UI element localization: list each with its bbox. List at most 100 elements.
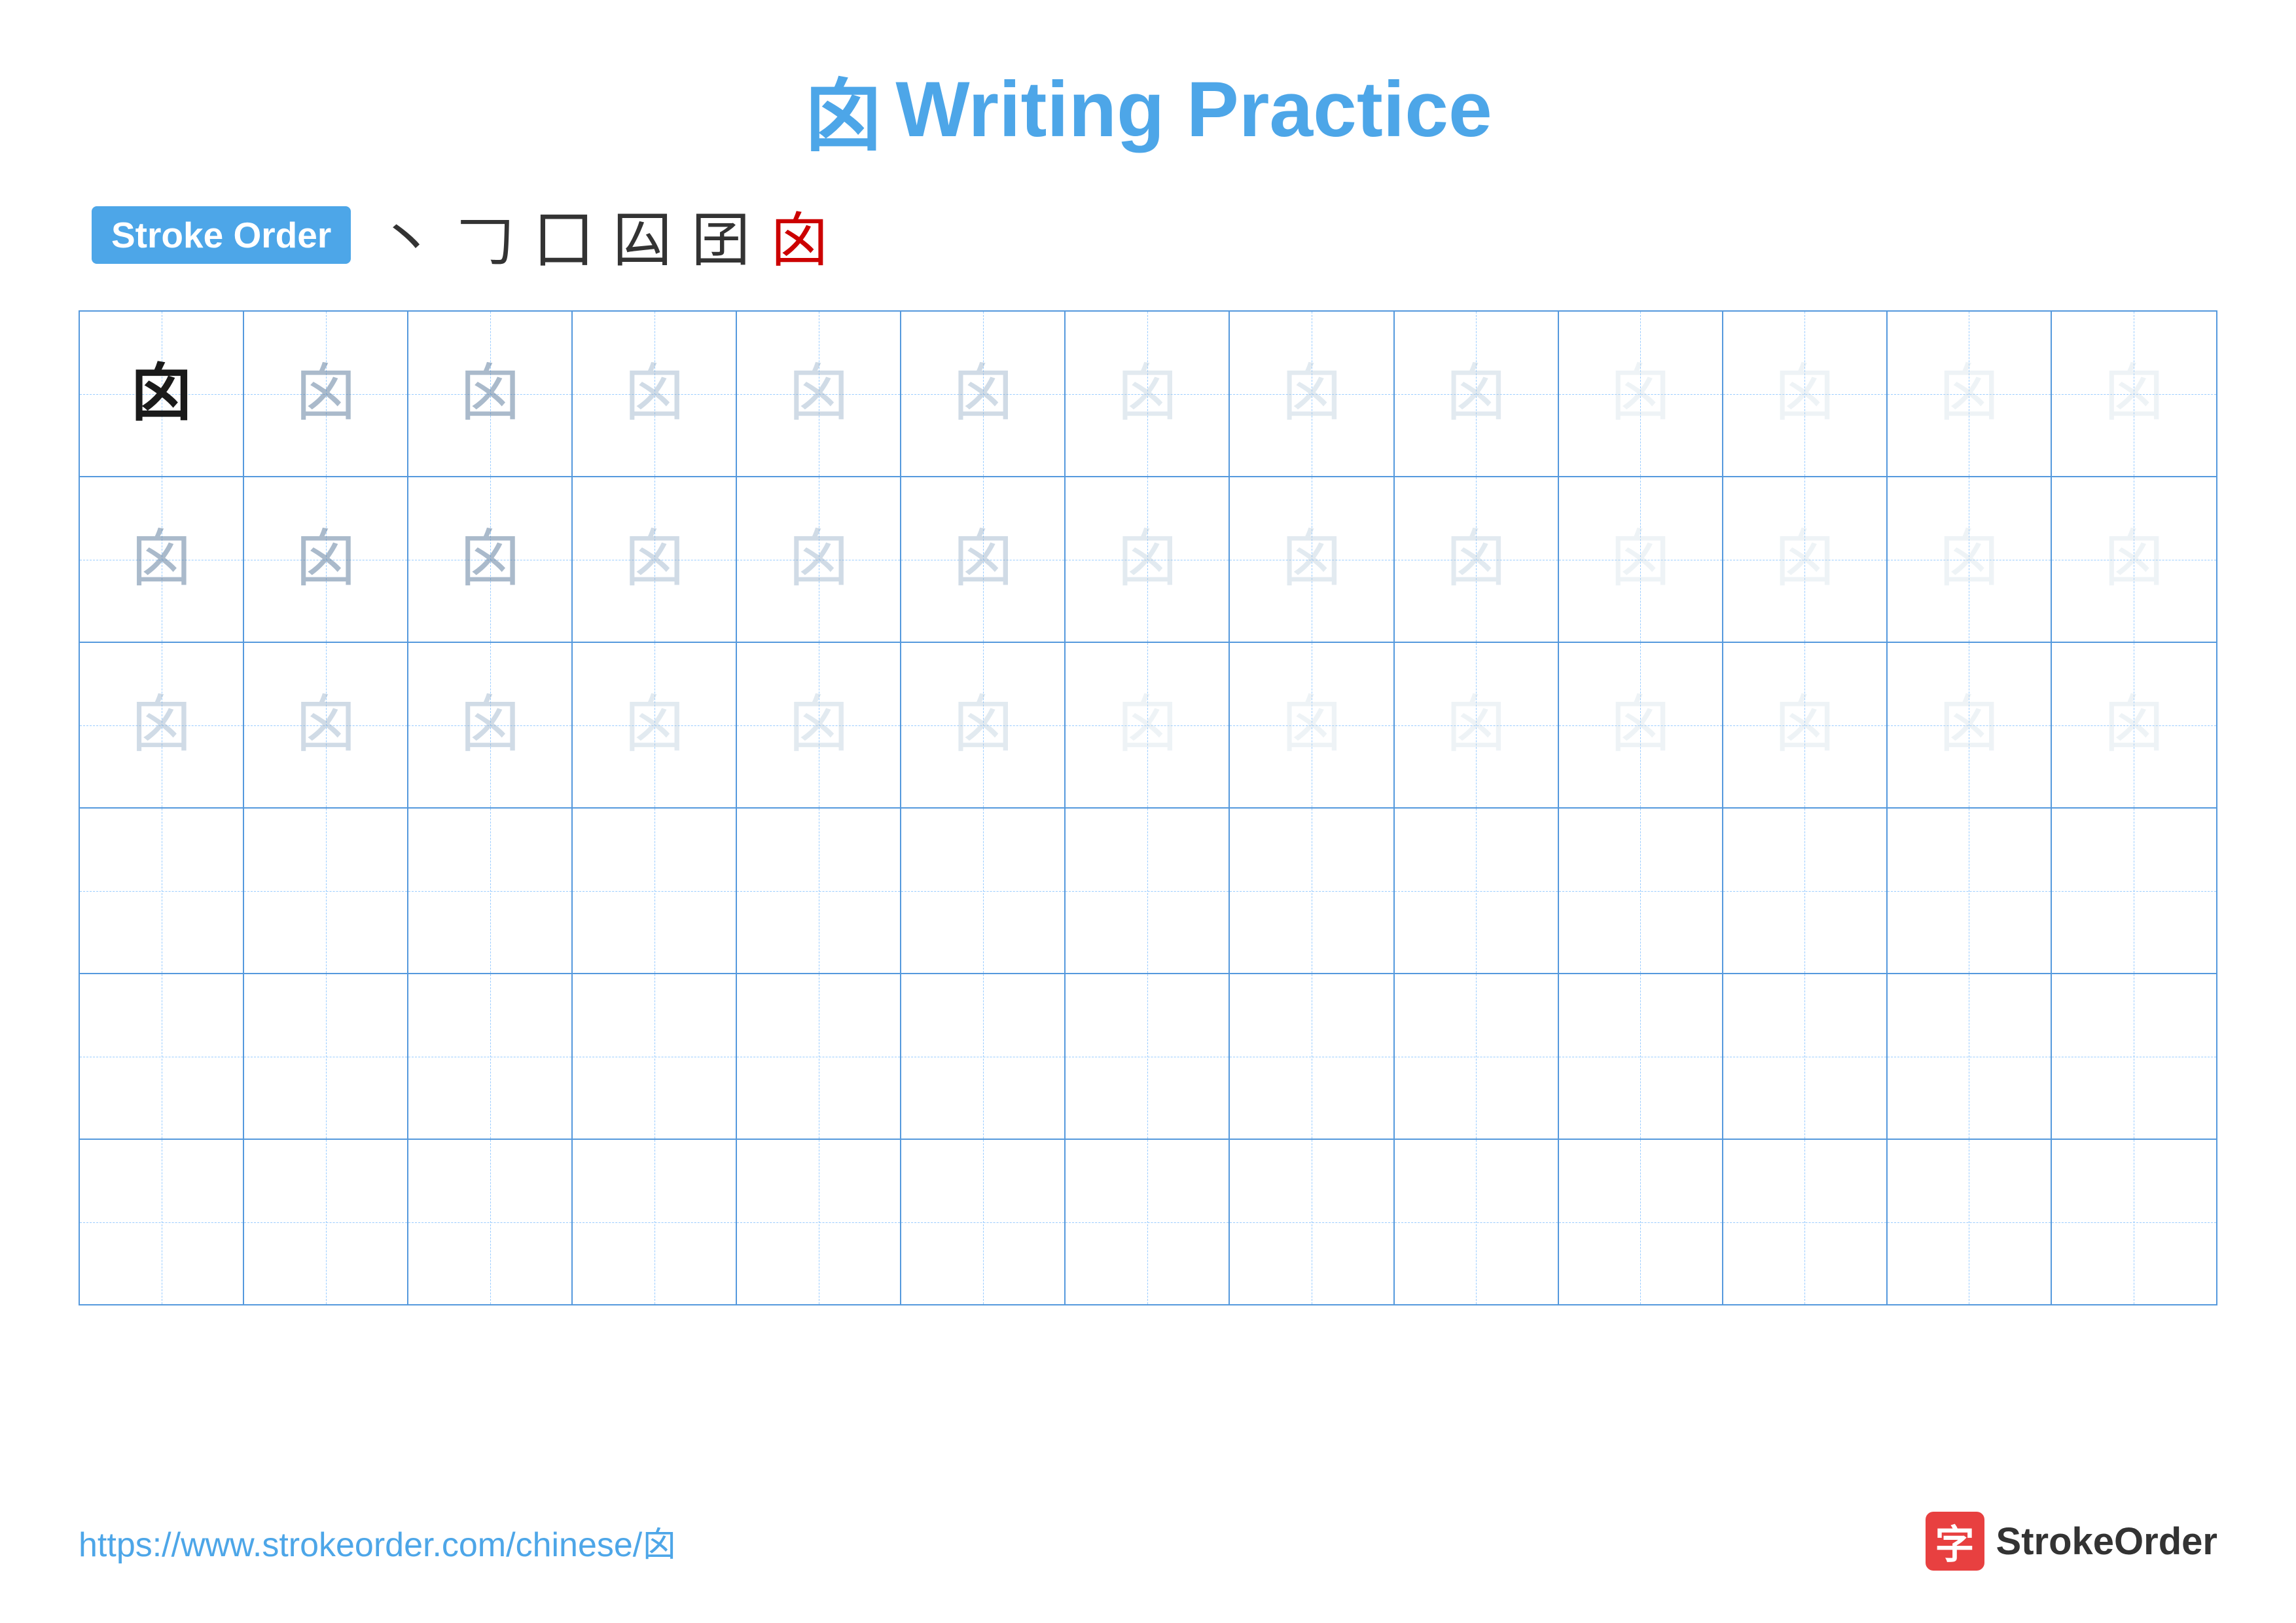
footer-url[interactable]: https://www.strokeorder.com/chinese/囟 <box>79 1517 676 1566</box>
grid-cell[interactable] <box>1066 1140 1230 1304</box>
grid-cell[interactable]: 囟 <box>1888 643 2052 807</box>
grid-cell[interactable]: 囟 <box>244 643 408 807</box>
grid-cell[interactable] <box>1723 974 1888 1139</box>
grid-cell[interactable] <box>1559 809 1723 973</box>
char-display: 囟 <box>2103 694 2165 756</box>
grid-cell[interactable]: 囟 <box>1066 643 1230 807</box>
grid-cell[interactable]: 囟 <box>80 643 244 807</box>
grid-cell[interactable] <box>408 1140 573 1304</box>
grid-cell[interactable] <box>1395 974 1559 1139</box>
grid-cell[interactable]: 囟 <box>1395 643 1559 807</box>
page-title: 囟 Writing Practice <box>804 52 1492 166</box>
char-display: 囟 <box>787 363 850 425</box>
grid-cell[interactable]: 囟 <box>1723 643 1888 807</box>
grid-row-6 <box>80 1140 2216 1304</box>
stroke-order-badge: Stroke Order <box>92 206 351 264</box>
grid-cell[interactable]: 囟 <box>1230 477 1394 642</box>
grid-cell[interactable] <box>1888 974 2052 1139</box>
grid-cell[interactable] <box>1066 809 1230 973</box>
stroke-5: 囝 <box>691 192 750 278</box>
grid-cell[interactable] <box>2052 974 2216 1139</box>
grid-cell[interactable]: 囟 <box>244 312 408 476</box>
grid-cell[interactable]: 囟 <box>1559 477 1723 642</box>
grid-cell[interactable]: 囟 <box>901 312 1066 476</box>
grid-cell[interactable] <box>1888 1140 2052 1304</box>
grid-cell[interactable]: 囟 <box>737 312 901 476</box>
grid-cell[interactable]: 囟 <box>573 643 737 807</box>
grid-cell[interactable] <box>1559 974 1723 1139</box>
char-display: 囟 <box>459 694 521 756</box>
grid-cell[interactable]: 囟 <box>737 477 901 642</box>
grid-cell[interactable]: 囟 <box>901 477 1066 642</box>
grid-cell[interactable]: 囟 <box>1723 477 1888 642</box>
grid-cell[interactable]: 囟 <box>901 643 1066 807</box>
char-display: 囟 <box>459 528 521 591</box>
grid-cell[interactable]: 囟 <box>80 477 244 642</box>
char-display: 囟 <box>952 363 1014 425</box>
grid-cell[interactable]: 囟 <box>1066 312 1230 476</box>
grid-cell[interactable]: 囟 <box>2052 477 2216 642</box>
char-display: 囟 <box>952 528 1014 591</box>
grid-cell[interactable] <box>1395 1140 1559 1304</box>
grid-cell[interactable] <box>573 1140 737 1304</box>
grid-row-2: 囟 囟 囟 囟 囟 囟 囟 囟 囟 囟 囟 囟 囟 <box>80 477 2216 643</box>
title-text: Writing Practice <box>895 64 1492 155</box>
grid-cell[interactable] <box>80 974 244 1139</box>
char-display: 囟 <box>1445 528 1507 591</box>
grid-cell[interactable]: 囟 <box>1723 312 1888 476</box>
grid-cell[interactable] <box>408 809 573 973</box>
grid-cell[interactable]: 囟 <box>244 477 408 642</box>
grid-cell[interactable]: 囟 <box>1395 312 1559 476</box>
grid-cell[interactable] <box>1230 809 1394 973</box>
char-display: 囟 <box>1280 363 1342 425</box>
grid-cell[interactable]: 囟 <box>1559 643 1723 807</box>
grid-cell[interactable] <box>2052 809 2216 973</box>
grid-cell[interactable]: 囟 <box>1559 312 1723 476</box>
grid-cell[interactable]: 囟 <box>1230 312 1394 476</box>
grid-cell[interactable] <box>737 1140 901 1304</box>
grid-cell[interactable] <box>244 809 408 973</box>
char-display: 囟 <box>1609 363 1672 425</box>
grid-cell[interactable] <box>1395 809 1559 973</box>
grid-cell[interactable] <box>1888 809 2052 973</box>
char-display: 囟 <box>1938 528 2000 591</box>
grid-cell[interactable] <box>1559 1140 1723 1304</box>
grid-cell[interactable]: 囟 <box>1230 643 1394 807</box>
stroke-2: 𠃌 <box>456 192 514 278</box>
grid-cell[interactable]: 囟 <box>2052 643 2216 807</box>
grid-cell[interactable] <box>737 974 901 1139</box>
grid-cell[interactable] <box>1230 974 1394 1139</box>
grid-cell[interactable]: 囟 <box>573 312 737 476</box>
grid-cell[interactable]: 囟 <box>573 477 737 642</box>
grid-cell[interactable] <box>1723 809 1888 973</box>
char-display: 囟 <box>787 694 850 756</box>
char-display: 囟 <box>1609 528 1672 591</box>
char-display: 囟 <box>1774 363 1836 425</box>
grid-cell[interactable]: 囟 <box>408 312 573 476</box>
grid-cell[interactable] <box>2052 1140 2216 1304</box>
char-display: 囟 <box>1445 694 1507 756</box>
grid-cell[interactable] <box>573 974 737 1139</box>
grid-cell[interactable] <box>80 1140 244 1304</box>
grid-cell[interactable] <box>901 809 1066 973</box>
grid-cell[interactable]: 囟 <box>80 312 244 476</box>
grid-cell[interactable] <box>244 1140 408 1304</box>
grid-cell[interactable] <box>737 809 901 973</box>
grid-cell[interactable] <box>901 1140 1066 1304</box>
grid-cell[interactable]: 囟 <box>1888 477 2052 642</box>
grid-cell[interactable] <box>1066 974 1230 1139</box>
grid-cell[interactable]: 囟 <box>1888 312 2052 476</box>
grid-cell[interactable]: 囟 <box>1395 477 1559 642</box>
grid-cell[interactable]: 囟 <box>2052 312 2216 476</box>
grid-cell[interactable] <box>408 974 573 1139</box>
grid-cell[interactable] <box>1230 1140 1394 1304</box>
grid-cell[interactable] <box>573 809 737 973</box>
grid-cell[interactable] <box>901 974 1066 1139</box>
grid-cell[interactable] <box>80 809 244 973</box>
grid-cell[interactable]: 囟 <box>1066 477 1230 642</box>
grid-cell[interactable]: 囟 <box>737 643 901 807</box>
grid-cell[interactable]: 囟 <box>408 643 573 807</box>
grid-cell[interactable] <box>244 974 408 1139</box>
grid-cell[interactable] <box>1723 1140 1888 1304</box>
grid-cell[interactable]: 囟 <box>408 477 573 642</box>
